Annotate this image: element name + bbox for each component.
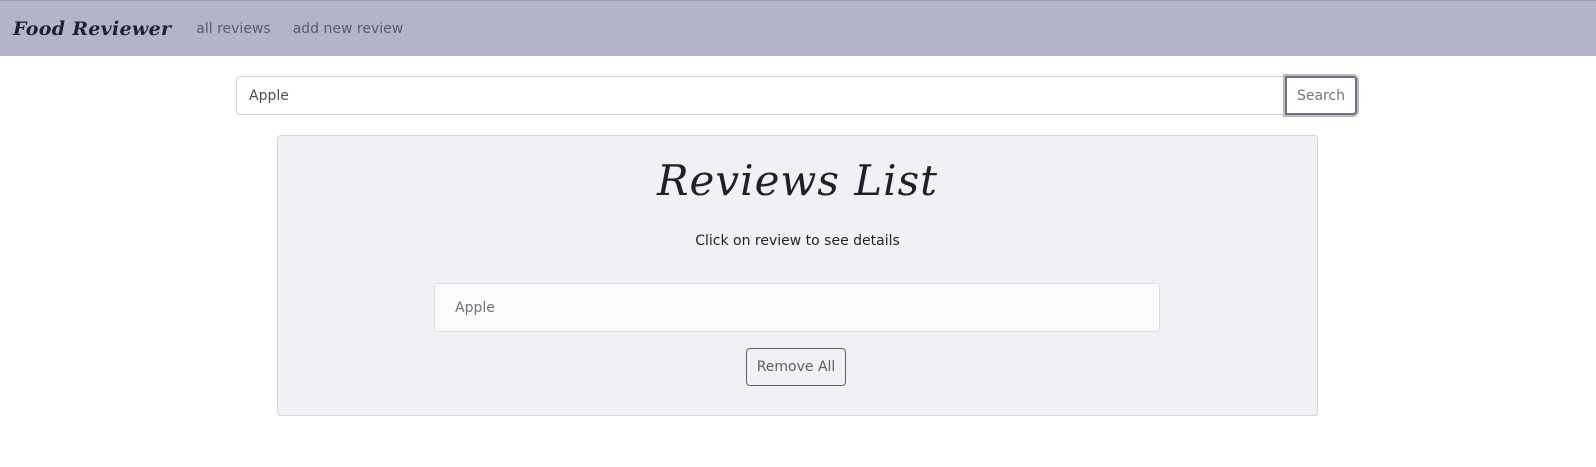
review-list-item[interactable]: Apple (434, 283, 1160, 332)
instruction-text: Click on review to see details (695, 233, 900, 249)
search-input[interactable] (236, 76, 1286, 115)
brand-logo[interactable]: Food Reviewer (13, 18, 171, 40)
page-title: Reviews List (656, 156, 939, 205)
nav-link-all-reviews[interactable]: all reviews (196, 21, 270, 37)
remove-all-button[interactable]: Remove All (746, 348, 846, 386)
search-bar: Search (236, 76, 1358, 115)
nav-link-add-new-review[interactable]: add new review (293, 21, 404, 37)
reviews-panel: Reviews List Click on review to see deta… (277, 135, 1318, 416)
search-button[interactable]: Search (1285, 76, 1357, 115)
navbar: Food Reviewer all reviews add new review (0, 0, 1596, 56)
